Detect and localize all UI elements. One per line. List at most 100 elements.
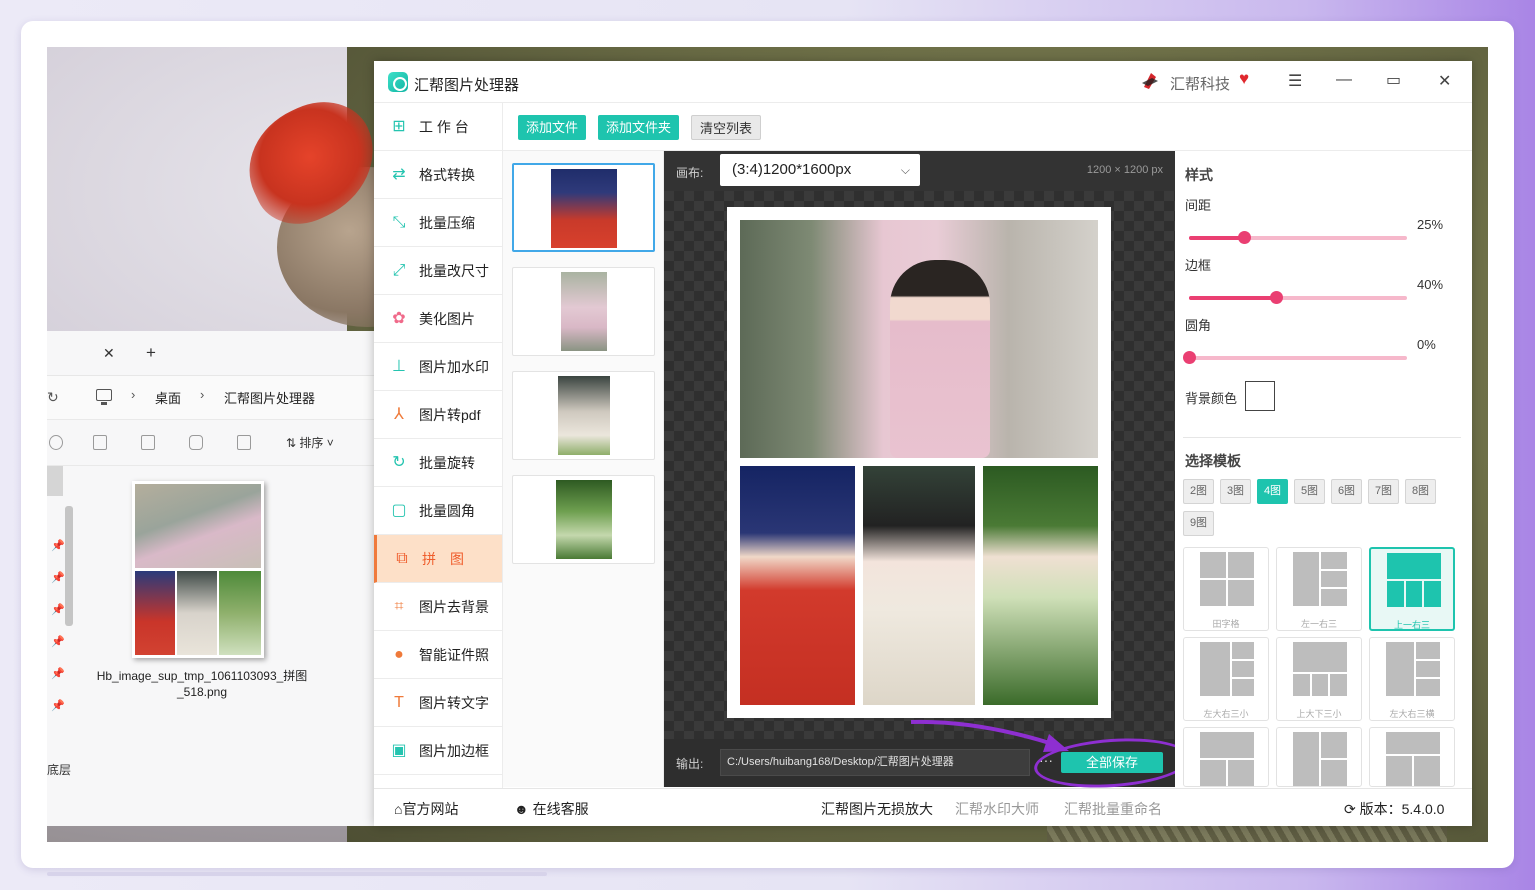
new-icon[interactable] (49, 435, 63, 450)
thumbnail-image (550, 169, 617, 248)
sidebar-item-resize[interactable]: ⤢ 批量改尺寸 (374, 247, 502, 295)
toolbar: 添加文件 添加文件夹 清空列表 (503, 103, 1472, 151)
watermark-icon: ⊥ (392, 358, 406, 375)
spacing-value: 25% (1417, 217, 1444, 232)
list-item[interactable] (512, 267, 655, 356)
resize-icon: ⤢ (392, 262, 406, 279)
nav-item-label[interactable]: 底层 (47, 761, 71, 778)
list-item[interactable] (512, 475, 655, 564)
new-tab-icon[interactable]: + (146, 343, 156, 363)
convert-icon: ⇄ (392, 166, 406, 183)
collage-preview[interactable] (727, 207, 1111, 718)
template-left1-right3[interactable]: 左一右三 (1276, 547, 1362, 631)
add-folder-button[interactable]: 添加文件夹 (598, 115, 680, 140)
count-8-button[interactable]: 8图 (1405, 479, 1436, 504)
nav-pane-scrollbar[interactable] (65, 506, 73, 626)
thumbnail-image (560, 272, 607, 351)
copy-icon[interactable] (93, 435, 107, 450)
sidebar-item-beautify[interactable]: ✿ 美化图片 (374, 295, 502, 343)
template-grid-2x2[interactable]: 田字格 (1183, 547, 1269, 631)
thumb-photo (219, 571, 261, 655)
sidebar-item-round-corner[interactable]: ▢ 批量圆角 (374, 487, 502, 535)
grid-icon: ⊞ (392, 118, 406, 135)
template-card[interactable] (1276, 727, 1362, 787)
website-link[interactable]: ⌂官方网站 (394, 799, 458, 819)
radius-slider[interactable] (1183, 351, 1407, 364)
product-link-upscale[interactable]: 汇帮图片无损放大 (821, 799, 933, 819)
breadcrumb-desktop[interactable]: 桌面 (155, 388, 181, 407)
sidebar: ⊞ 工 作 台 ⇄ 格式转换 ⤡ 批量压缩 ⤢ 批量改尺寸 ✿ 美化图片 ⊥ 图片加水印 ⅄… (374, 103, 503, 788)
count-9-button[interactable]: 9图 (1183, 511, 1214, 536)
canvas-size-value: (3:4)1200*1600px (732, 161, 852, 178)
sidebar-item-workbench[interactable]: ⊞ 工 作 台 (374, 103, 502, 151)
count-7-button[interactable]: 7图 (1368, 479, 1399, 504)
rename-icon[interactable] (141, 435, 155, 450)
minimize-icon[interactable]: — (1336, 71, 1352, 89)
collage-photo-1 (740, 466, 855, 705)
count-4-button[interactable]: 4图 (1257, 479, 1288, 504)
bg-color-swatch[interactable] (1245, 381, 1275, 411)
thumb-photo (135, 571, 175, 655)
sort-button[interactable]: ⇅ 排序 ˅ (286, 434, 334, 451)
list-item[interactable] (512, 163, 655, 252)
support-link[interactable]: ☻ 在线客服 (514, 799, 589, 819)
canvas-header: 画布: (3:4)1200*1600px ⌵ 1200 × 1200 px (664, 151, 1175, 191)
file-item[interactable]: Hb_image_sup_tmp_1061103093_拼图_518.png (97, 481, 307, 699)
refresh-icon[interactable]: ↻ (47, 389, 59, 406)
close-tab-icon[interactable]: ✕ (103, 345, 115, 362)
count-2-button[interactable]: 2图 (1183, 479, 1214, 504)
count-5-button[interactable]: 5图 (1294, 479, 1325, 504)
slider-knob[interactable] (1270, 291, 1284, 304)
sidebar-item-label: 格式转换 (419, 166, 475, 183)
share-icon[interactable] (189, 435, 203, 450)
pin-icon: 📌 (51, 604, 65, 616)
file-thumbnail (132, 481, 264, 658)
template-card[interactable] (1183, 727, 1269, 787)
template-preview (1293, 552, 1347, 606)
radius-value: 0% (1417, 337, 1436, 352)
sidebar-item-puzzle[interactable]: ⧉ 拼 图 (374, 535, 502, 583)
slider-knob[interactable] (1183, 351, 1196, 364)
template-card[interactable] (1369, 727, 1455, 787)
sidebar-item-label: 图片去背景 (419, 598, 489, 615)
breadcrumb-folder[interactable]: 汇帮图片处理器 (224, 388, 315, 407)
sidebar-item-ocr[interactable]: T 图片转文字 (374, 679, 502, 727)
product-link-rename[interactable]: 汇帮批量重命名 (1064, 799, 1162, 819)
template-big-left[interactable]: 左大右三小 (1183, 637, 1269, 721)
nav-pane-scroll-thumb[interactable] (47, 466, 63, 496)
template-big-left-rows[interactable]: 左大右三横 (1369, 637, 1455, 721)
vip-heart-icon[interactable]: ♥ (1239, 69, 1249, 89)
template-top1-bottom3[interactable]: 上一右三 (1369, 547, 1455, 631)
close-icon[interactable]: ✕ (1438, 71, 1451, 91)
beautify-icon: ✿ (392, 310, 406, 327)
sidebar-item-id-photo[interactable]: ● 智能证件照 (374, 631, 502, 679)
maximize-icon[interactable]: ▭ (1386, 70, 1401, 90)
thumbnail-image (557, 376, 610, 455)
spacing-slider[interactable] (1189, 231, 1407, 244)
count-6-button[interactable]: 6图 (1331, 479, 1362, 504)
template-preview (1200, 642, 1254, 696)
sidebar-item-format[interactable]: ⇄ 格式转换 (374, 151, 502, 199)
canvas-size-select[interactable]: (3:4)1200*1600px ⌵ (720, 154, 920, 186)
template-big-top[interactable]: 上大下三小 (1276, 637, 1362, 721)
version-info: ⟳ 版本：5.4.0.0 (1344, 799, 1444, 819)
list-item[interactable] (512, 371, 655, 460)
file-name[interactable]: Hb_image_sup_tmp_1061103093_拼图_518.png (92, 668, 312, 700)
delete-icon[interactable] (237, 435, 251, 450)
count-3-button[interactable]: 3图 (1220, 479, 1251, 504)
border-slider[interactable] (1189, 291, 1407, 304)
product-link-watermark[interactable]: 汇帮水印大师 (955, 799, 1039, 819)
sidebar-item-watermark[interactable]: ⊥ 图片加水印 (374, 343, 502, 391)
sidebar-item-pdf[interactable]: ⅄ 图片转pdf (374, 391, 502, 439)
sidebar-item-rotate[interactable]: ↻ 批量旋转 (374, 439, 502, 487)
clear-list-button[interactable]: 清空列表 (691, 115, 762, 140)
explorer-address-bar: ↻ › 桌面 › 汇帮图片处理器 (47, 376, 376, 420)
sidebar-item-compress[interactable]: ⤡ 批量压缩 (374, 199, 502, 247)
sidebar-item-remove-bg[interactable]: ⌗ 图片去背景 (374, 583, 502, 631)
computer-icon[interactable] (96, 389, 112, 405)
menu-icon[interactable]: ☰ (1288, 71, 1302, 91)
add-file-button[interactable]: 添加文件 (518, 115, 587, 140)
slider-knob[interactable] (1237, 231, 1251, 244)
sidebar-item-border[interactable]: ▣ 图片加边框 (374, 727, 502, 775)
annotation-arrow (910, 719, 1069, 752)
